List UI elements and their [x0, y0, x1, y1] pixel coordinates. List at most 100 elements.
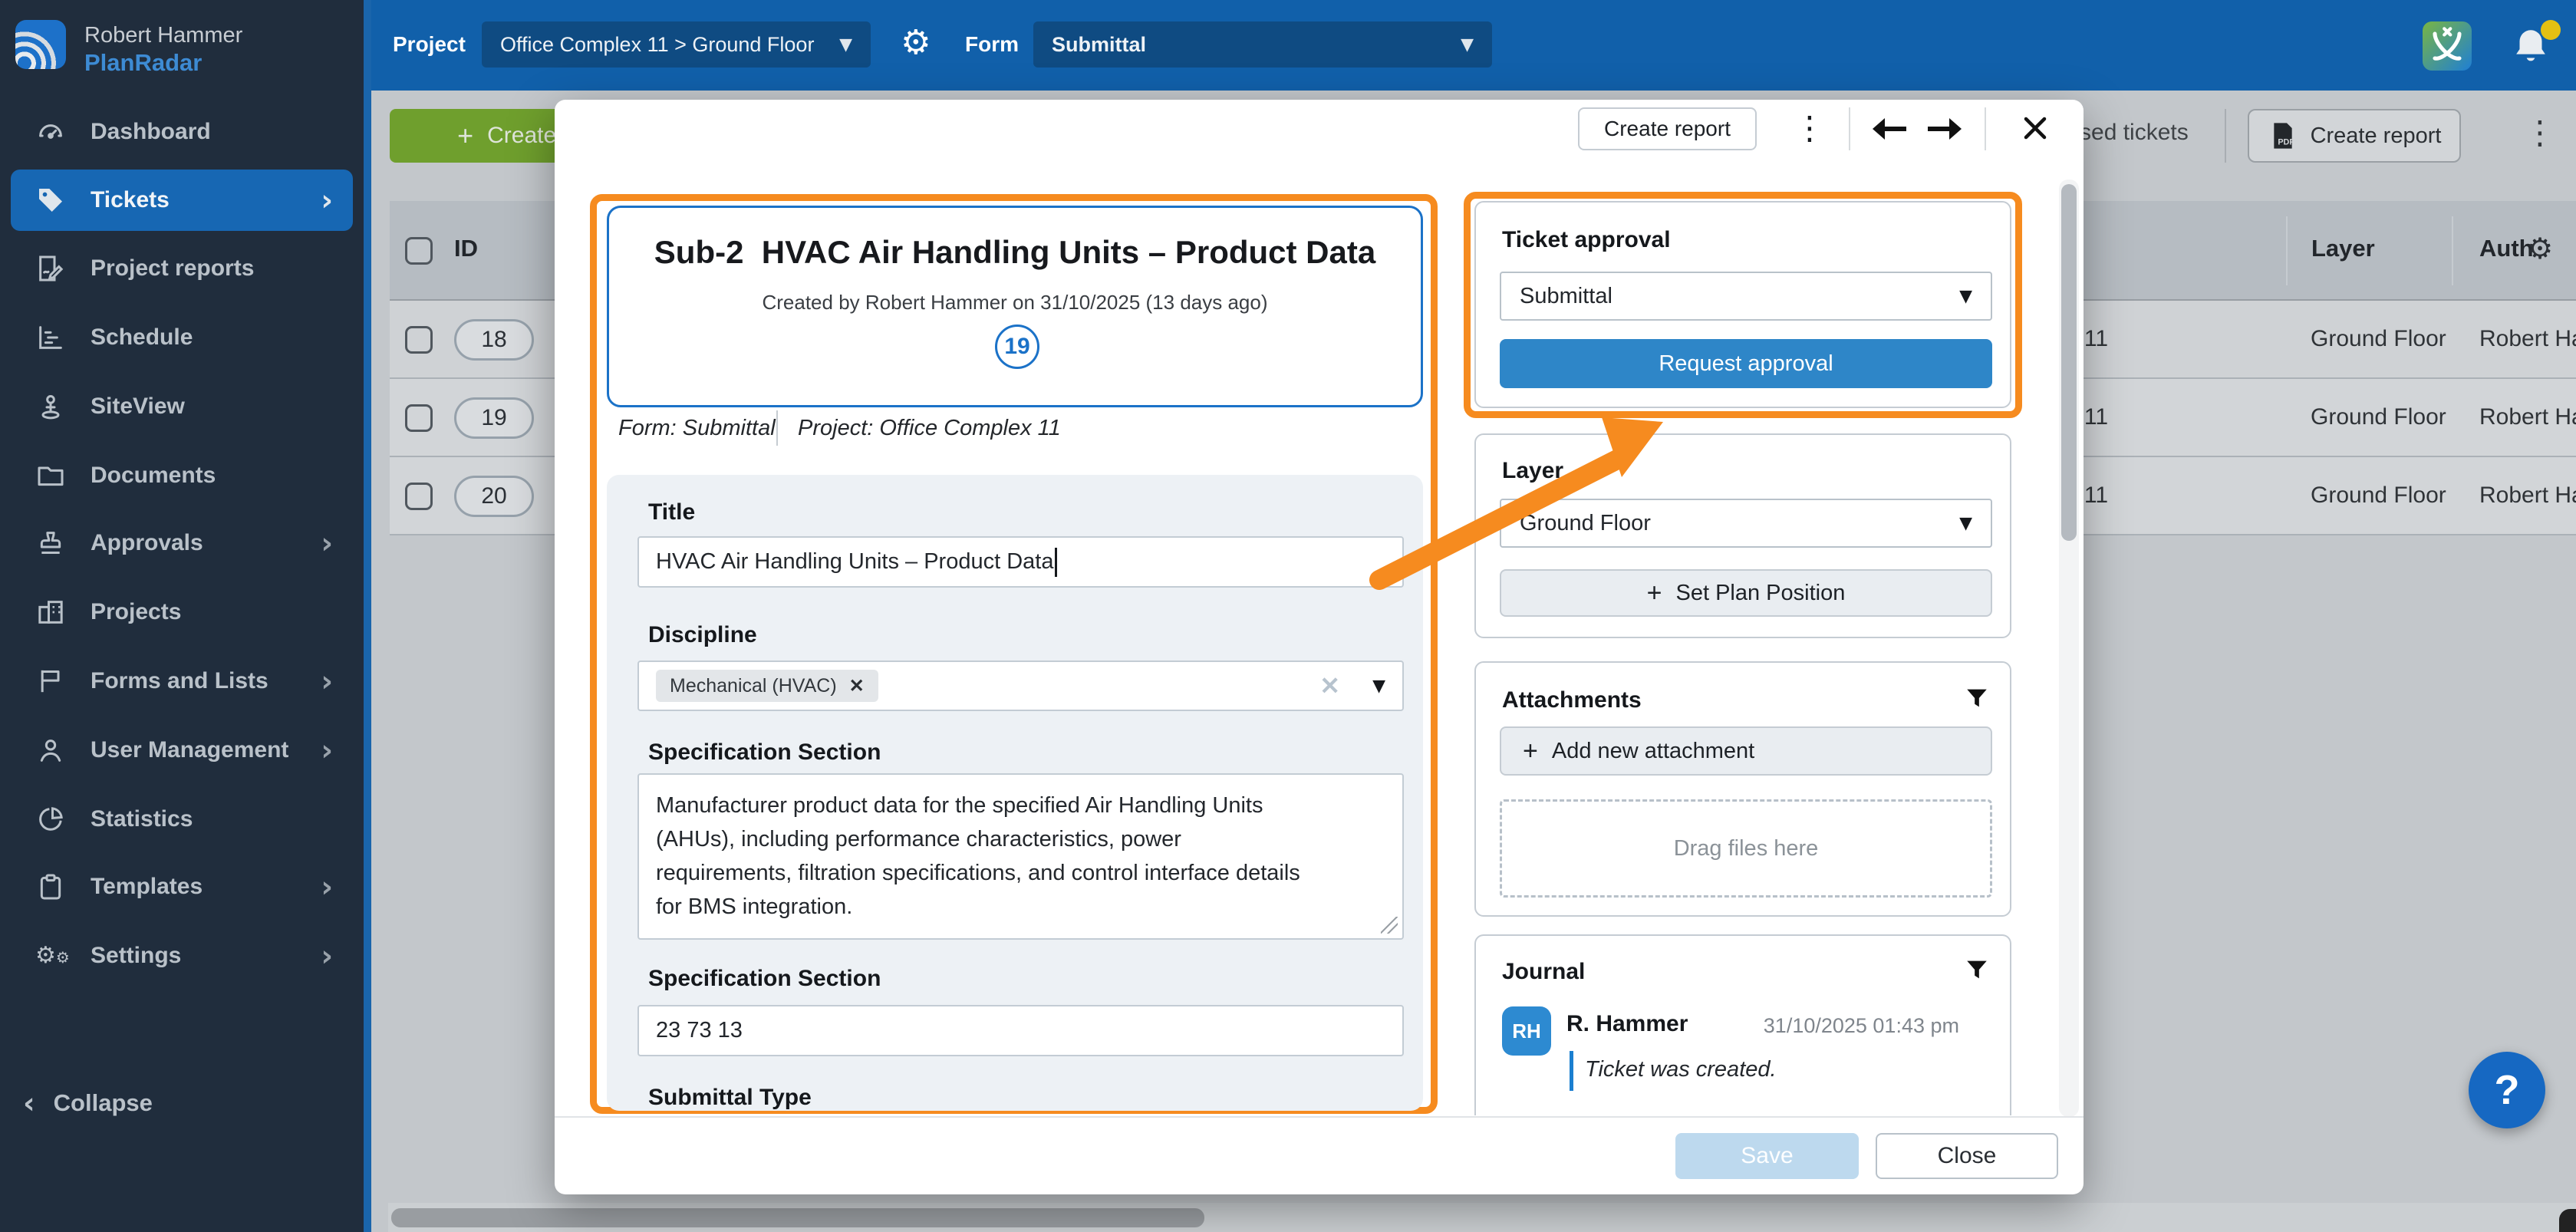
planradar-logo-icon [15, 20, 66, 69]
author-column-header[interactable]: Auth [2479, 235, 2534, 262]
sidebar-item-documents[interactable]: Documents [11, 445, 353, 506]
journal-entry-text: Ticket was created. [1585, 1057, 1777, 1082]
attachments-card: Attachments + Add new attachment Drag fi… [1474, 661, 2011, 917]
help-button[interactable]: ? [2469, 1052, 2545, 1128]
sidebar-item-label: Documents [91, 463, 216, 489]
topbar: Project Office Complex 11 > Ground Floor… [371, 0, 2576, 91]
sidebar-item-settings[interactable]: ⚙⚙ Settings › [11, 925, 353, 987]
sidebar-item-label: User Management [91, 737, 288, 763]
save-label: Save [1741, 1143, 1793, 1169]
title-field-label: Title [648, 499, 695, 525]
add-attachment-label: Add new attachment [1552, 739, 1754, 764]
modal-create-report-label: Create report [1604, 117, 1731, 141]
modal-create-report-button[interactable]: Create report [1578, 107, 1757, 150]
form-selector[interactable]: Submittal ▼ [1033, 21, 1492, 68]
sidebar-item-siteview[interactable]: SiteView [11, 376, 353, 437]
sidebar-item-templates[interactable]: Templates › [11, 856, 353, 917]
submittal-type-field-label: Submittal Type [648, 1085, 812, 1111]
sidebar-item-approvals[interactable]: Approvals › [11, 512, 353, 574]
discipline-multiselect[interactable]: Mechanical (HVAC) ✕ ✕ ▼ [637, 660, 1404, 711]
sidebar-item-label: Templates [91, 874, 203, 900]
spec-section2-input[interactable]: 23 73 13 [637, 1005, 1404, 1056]
title-input[interactable]: HVAC Air Handling Units – Product Data [637, 536, 1404, 588]
connect-app-icon[interactable] [2423, 21, 2472, 71]
pdf-icon: PDF [2268, 120, 2298, 151]
planradar-app: Robert Hammer PlanRadar Dashboard Ticket… [0, 0, 2576, 1232]
chevron-left-icon: ‹ [23, 1086, 35, 1120]
attachments-title: Attachments [1502, 687, 1642, 713]
gauge-icon [35, 117, 66, 147]
chevron-right-icon: › [321, 939, 353, 973]
save-button[interactable]: Save [1675, 1133, 1859, 1179]
sidebar-item-forms-and-lists[interactable]: Forms and Lists › [11, 651, 353, 712]
file-dropzone[interactable]: Drag files here [1500, 799, 1992, 898]
flag-icon [35, 666, 66, 697]
row-checkbox[interactable] [405, 404, 433, 432]
column-divider [2452, 216, 2453, 285]
ticket-form-meta: Form: Submittal [618, 416, 776, 441]
horizontal-scrollbar-thumb[interactable] [391, 1208, 1204, 1227]
notifications-bell-icon[interactable] [2508, 25, 2553, 69]
sidebar-user-name: Robert Hammer [84, 23, 242, 48]
spec-section2-value: 23 73 13 [656, 1018, 743, 1043]
svg-text:PDF: PDF [2278, 138, 2294, 147]
sidebar-item-project-reports[interactable]: Project reports [11, 238, 353, 299]
form-label: Form [965, 32, 1019, 57]
modal-scrollbar-thumb[interactable] [2061, 184, 2077, 541]
gears-icon: ⚙⚙ [35, 940, 66, 971]
previous-ticket-arrow-icon[interactable] [1871, 117, 1908, 141]
tag-icon [35, 185, 66, 216]
textarea-resize-handle[interactable] [1381, 917, 1398, 934]
sidebar-item-projects[interactable]: Projects [11, 581, 353, 643]
chevron-right-icon: › [321, 664, 353, 698]
project-settings-gear-icon[interactable]: ⚙ [901, 23, 931, 62]
approval-form-select[interactable]: Submittal ▼ [1500, 272, 1992, 321]
row-checkbox[interactable] [405, 326, 433, 354]
meta-divider [776, 410, 778, 446]
sidebar-collapse-button[interactable]: ‹ Collapse [23, 1086, 153, 1120]
next-ticket-arrow-icon[interactable] [1926, 117, 1963, 141]
clear-selection-icon[interactable]: ✕ [1319, 671, 1340, 700]
journal-timestamp: 31/10/2025 01:43 pm [1764, 1014, 1959, 1038]
column-settings-gear-icon[interactable]: ⚙ [2527, 232, 2553, 265]
user-icon [35, 735, 66, 766]
chevron-down-icon[interactable]: ▼ [1372, 677, 1385, 696]
add-attachment-button[interactable]: + Add new attachment [1500, 726, 1992, 776]
select-all-checkbox[interactable] [405, 237, 433, 265]
sidebar-item-label: Settings [91, 943, 181, 969]
project-label: Project [393, 32, 466, 57]
sidebar-item-dashboard[interactable]: Dashboard [11, 101, 353, 163]
modal-kebab-menu-icon[interactable]: ⋮ [1794, 112, 1826, 144]
text-cursor [1055, 548, 1057, 577]
sidebar-item-schedule[interactable]: Schedule [11, 307, 353, 368]
modal-header-divider [1849, 107, 1850, 150]
table-kebab-menu-icon[interactable]: ⋮ [2524, 117, 2556, 149]
discipline-chip[interactable]: Mechanical (HVAC) ✕ [656, 670, 878, 702]
create-report-button-background[interactable]: PDF Create report [2248, 109, 2461, 163]
chevron-right-icon: › [321, 183, 353, 217]
sidebar-item-label: Forms and Lists [91, 668, 268, 694]
request-approval-button[interactable]: Request approval [1500, 339, 1992, 388]
project-selector[interactable]: Office Complex 11 > Ground Floor ▼ [482, 21, 871, 68]
journal-entry-bar [1570, 1051, 1573, 1091]
id-column-header[interactable]: ID [454, 235, 478, 262]
sidebar-item-statistics[interactable]: Statistics [11, 789, 353, 850]
sidebar-item-label: Tickets [91, 187, 170, 213]
close-icon[interactable] [2022, 115, 2048, 141]
sidebar-item-user-management[interactable]: User Management › [11, 720, 353, 781]
filter-funnel-icon[interactable] [1964, 684, 1990, 712]
set-plan-position-label: Set Plan Position [1676, 581, 1846, 606]
plus-icon: + [1523, 736, 1538, 766]
spec-section-textarea[interactable]: Manufacturer product data for the specif… [637, 773, 1404, 940]
chip-remove-icon[interactable]: ✕ [849, 675, 865, 697]
sidebar-item-tickets[interactable]: Tickets › [11, 170, 353, 231]
discipline-field-label: Discipline [648, 622, 757, 648]
spec-section-value: Manufacturer product data for the specif… [656, 789, 1316, 924]
chevron-right-icon: › [321, 870, 353, 904]
row-checkbox[interactable] [405, 483, 433, 510]
folder-icon [35, 460, 66, 491]
layer-column-header[interactable]: Layer [2311, 235, 2375, 262]
filter-funnel-icon[interactable] [1964, 956, 1990, 983]
building-icon [35, 597, 66, 628]
close-button[interactable]: Close [1876, 1133, 2058, 1179]
